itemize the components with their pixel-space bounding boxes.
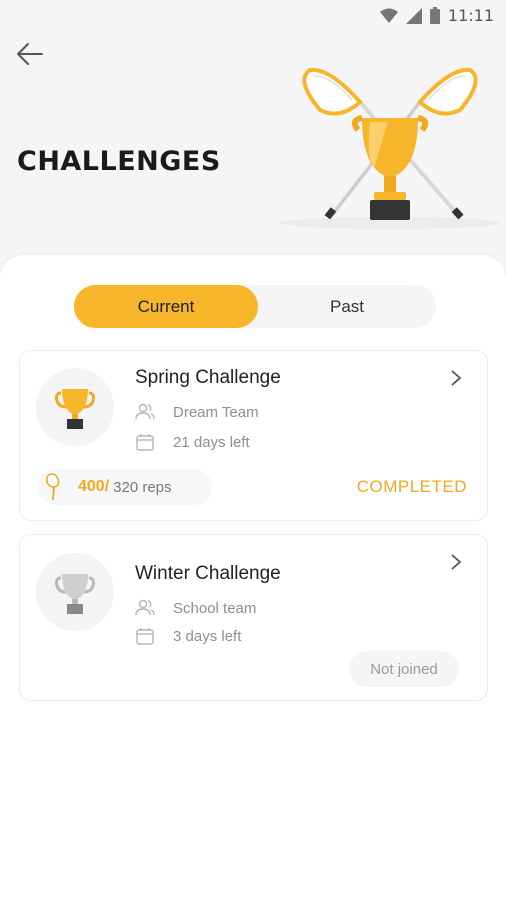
team-name: School team [173, 599, 257, 617]
users-icon [135, 403, 155, 420]
gold-trophy-icon [55, 389, 95, 429]
tab-current[interactable]: Current [74, 285, 258, 328]
status-icons: 11:11 [379, 6, 494, 25]
chevron-right-icon[interactable] [449, 369, 463, 387]
time-left: 21 days left [173, 433, 250, 451]
challenge-card-spring[interactable]: Spring Challenge Dream Team 21 days left… [19, 350, 488, 521]
trophy-badge [36, 368, 114, 446]
reps-done: 400/ [78, 478, 110, 495]
tab-past[interactable]: Past [258, 285, 436, 328]
team-name: Dream Team [173, 403, 259, 421]
time-left: 3 days left [173, 627, 242, 645]
status-bar: 11:11 [0, 0, 506, 32]
status-time: 11:11 [447, 6, 494, 25]
silver-trophy-icon [55, 574, 95, 614]
back-button[interactable] [14, 40, 46, 68]
reps-progress: 400/ 320 reps [38, 469, 212, 505]
team-row: School team [135, 599, 256, 617]
tab-switcher: Current Past [74, 285, 436, 328]
time-row: 3 days left [135, 627, 241, 645]
calendar-icon [136, 434, 154, 451]
status-not-joined: Not joined [349, 651, 459, 687]
users-icon [135, 599, 155, 616]
wifi-icon [379, 8, 398, 23]
reps-total: 320 reps [113, 478, 172, 496]
lacrosse-stick-icon [46, 473, 60, 501]
calendar-icon [136, 628, 154, 645]
challenge-title: Winter Challenge [135, 563, 281, 584]
trophy-badge [36, 553, 114, 631]
arrow-left-icon [17, 43, 43, 65]
challenge-title: Spring Challenge [135, 367, 281, 388]
chevron-right-icon[interactable] [449, 553, 463, 571]
battery-icon [429, 7, 440, 24]
trophy-lacrosse-illustration [280, 67, 500, 229]
time-row: 21 days left [135, 433, 250, 451]
status-completed: COMPLETED [356, 477, 467, 496]
signal-icon [405, 7, 422, 24]
page-title: CHALLENGES [17, 146, 221, 177]
team-row: Dream Team [135, 403, 259, 421]
challenge-card-winter[interactable]: Winter Challenge School team 3 days left… [19, 534, 488, 701]
